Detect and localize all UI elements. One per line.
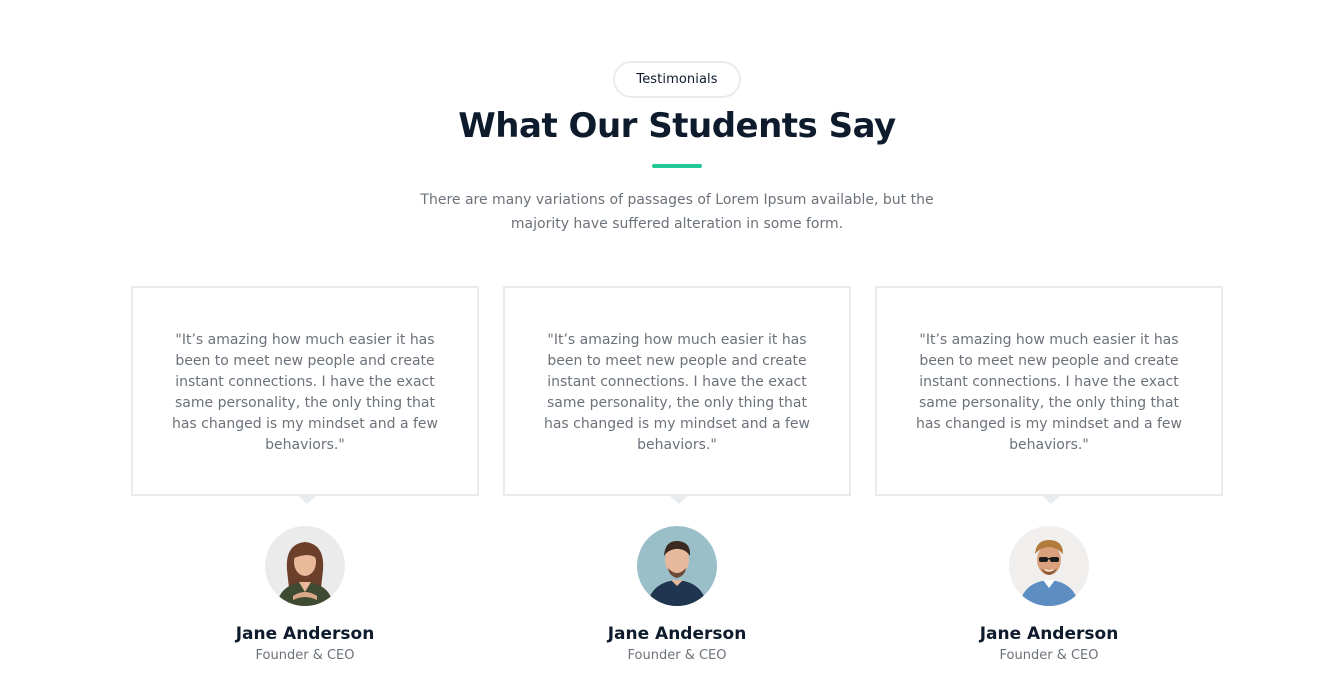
testimonial-role: Founder & CEO <box>627 648 727 663</box>
man-avatar-icon <box>637 526 717 606</box>
testimonial-card: "It’s amazing how much easier it has bee… <box>131 286 479 504</box>
section-title: What Our Students Say <box>458 106 896 146</box>
man-sunglasses-avatar-icon <box>1009 526 1089 606</box>
testimonial-quote: "It’s amazing how much easier it has bee… <box>543 332 810 453</box>
card-pointer <box>669 495 689 504</box>
testimonial-role: Founder & CEO <box>255 648 355 663</box>
testimonial-quote: "It’s amazing how much easier it has bee… <box>915 332 1182 453</box>
testimonial-card: "It’s amazing how much easier it has bee… <box>875 286 1223 504</box>
section-badge: Testimonials <box>613 61 741 98</box>
title-underline <box>652 164 702 168</box>
section-subtitle: There are many variations of passages of… <box>420 192 934 232</box>
testimonial-name: Jane Anderson <box>607 624 747 644</box>
testimonials-section: Testimonials What Our Students Say There… <box>0 0 1317 700</box>
testimonial-card: "It’s amazing how much easier it has bee… <box>503 286 851 504</box>
woman-avatar-icon <box>265 526 345 606</box>
card-pointer <box>297 495 317 504</box>
testimonial-name: Jane Anderson <box>235 624 375 644</box>
card-pointer <box>1041 495 1061 504</box>
testimonial-name: Jane Anderson <box>979 624 1119 644</box>
testimonial-quote: "It’s amazing how much easier it has bee… <box>171 332 438 453</box>
testimonial-role: Founder & CEO <box>999 648 1099 663</box>
